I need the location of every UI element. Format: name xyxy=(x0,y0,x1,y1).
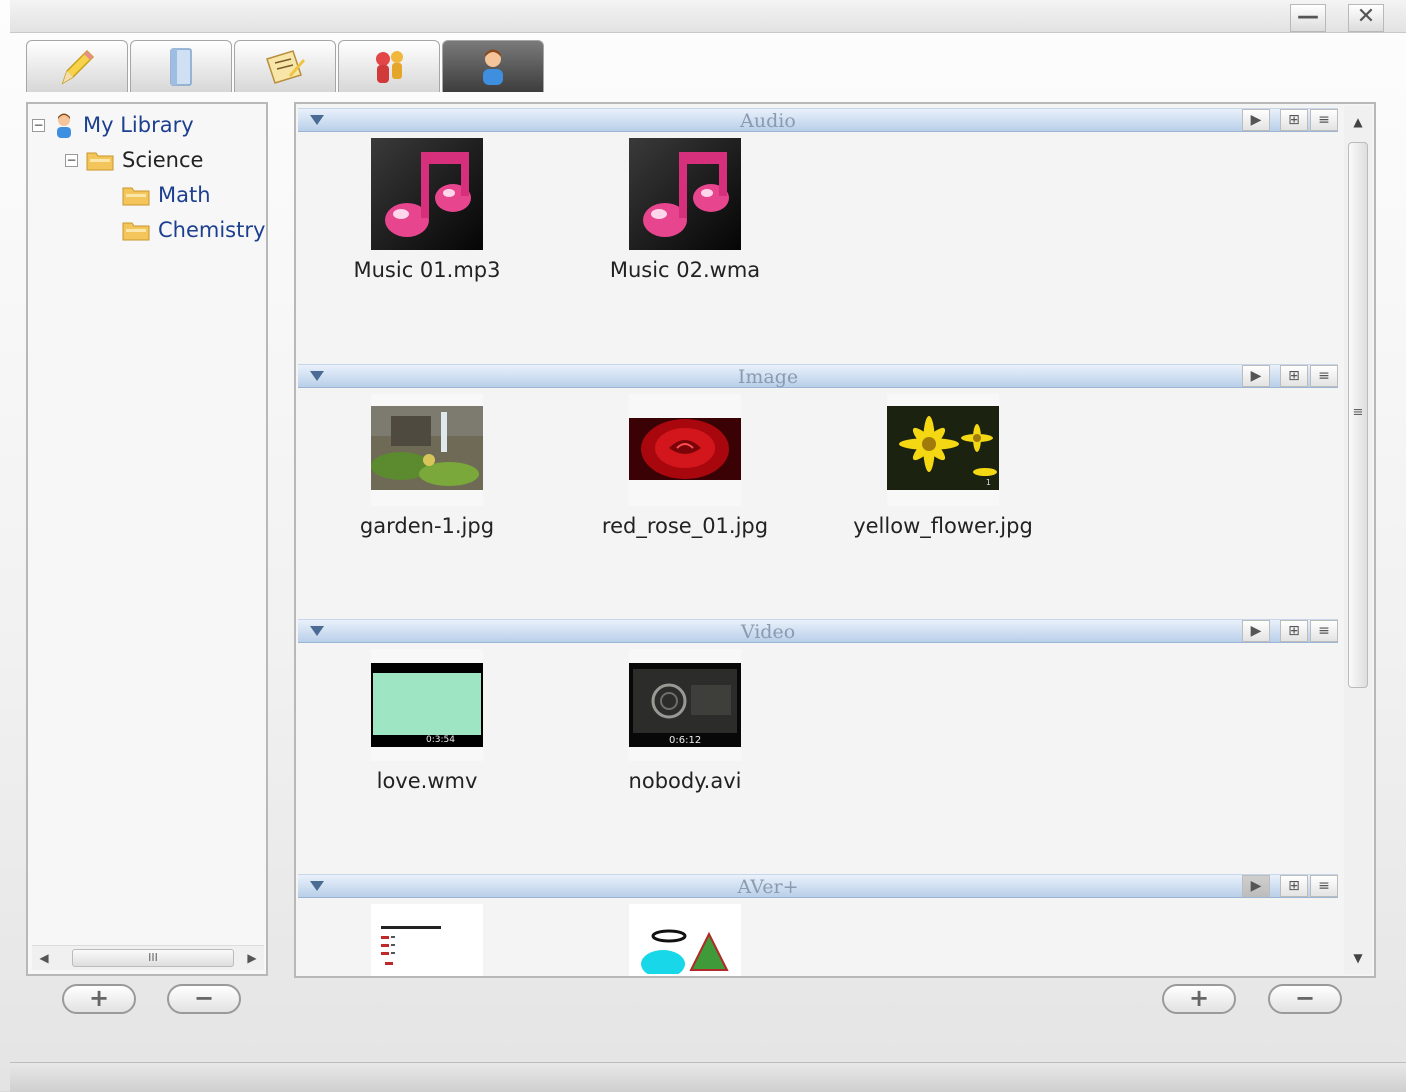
scroll-up-icon[interactable]: ▲ xyxy=(1344,110,1372,134)
scroll-thumb[interactable]: ≡ xyxy=(1348,142,1368,688)
group-header-image: Image ▶ ⊞ ≡ xyxy=(298,364,1338,388)
media-item[interactable] xyxy=(332,904,522,976)
document-thumbnail-icon xyxy=(371,904,483,976)
content-vertical-scrollbar[interactable]: ▲ ≡ ▼ xyxy=(1344,106,1372,974)
grid-view-button[interactable]: ⊞ xyxy=(1280,365,1308,387)
group-header-aver: AVer+ ▶ ⊞ ≡ xyxy=(298,874,1338,898)
tree-item-science[interactable]: − Science xyxy=(65,145,203,175)
media-caption: yellow_flower.jpg xyxy=(853,514,1033,538)
user-icon xyxy=(483,49,503,85)
scroll-grip-icon: ≡ xyxy=(1352,405,1364,420)
minimize-button[interactable]: — xyxy=(1290,4,1326,32)
video-duration: 0:6:12 xyxy=(669,735,702,746)
media-item[interactable]: 0:6:12 nobody.avi xyxy=(590,649,780,793)
add-media-button[interactable]: + xyxy=(1162,984,1236,1014)
image-overlay-text: 1 xyxy=(985,478,991,487)
media-item[interactable]: Music 02.wma xyxy=(590,138,780,282)
list-view-button[interactable]: ≡ xyxy=(1310,109,1338,131)
group-title: Audio xyxy=(740,110,796,132)
tree-label: Chemistry xyxy=(158,218,266,242)
tab-clipboard[interactable] xyxy=(234,40,336,92)
grid-view-button[interactable]: ⊞ xyxy=(1280,875,1308,897)
status-bar xyxy=(10,1062,1406,1092)
play-button[interactable]: ▶ xyxy=(1242,875,1270,897)
add-folder-button[interactable]: + xyxy=(62,984,136,1014)
list-view-button[interactable]: ≡ xyxy=(1310,365,1338,387)
list-view-button[interactable]: ≡ xyxy=(1310,620,1338,642)
image-thumbnail xyxy=(629,394,741,506)
music-note-icon xyxy=(371,138,483,250)
tab-user[interactable] xyxy=(442,40,544,92)
tree-item-chemistry[interactable]: Chemistry xyxy=(122,215,265,245)
grid-view-button[interactable]: ⊞ xyxy=(1280,620,1308,642)
user-icon xyxy=(57,113,71,138)
tab-book[interactable] xyxy=(130,40,232,92)
collapse-toggle[interactable]: − xyxy=(32,118,45,132)
people-icon xyxy=(376,51,403,83)
group-title: Video xyxy=(740,621,796,643)
media-caption: Music 01.mp3 xyxy=(353,258,501,282)
media-caption: red_rose_01.jpg xyxy=(601,514,769,538)
remove-media-button[interactable]: − xyxy=(1268,984,1342,1014)
music-note-icon xyxy=(629,138,741,250)
video-thumbnail: 0:3:54 xyxy=(371,649,483,761)
tree-item-my-library[interactable]: − My Library xyxy=(32,110,194,140)
media-caption: nobody.avi xyxy=(628,769,742,793)
shapes-thumbnail-icon xyxy=(629,904,741,976)
title-bar: — ✕ xyxy=(10,0,1406,33)
play-button[interactable]: ▶ xyxy=(1242,365,1270,387)
tree-horizontal-scrollbar[interactable]: ◀ III ▶ xyxy=(32,945,264,970)
media-caption: love.wmv xyxy=(376,769,478,793)
media-caption: garden-1.jpg xyxy=(359,514,495,538)
play-button[interactable]: ▶ xyxy=(1242,620,1270,642)
group-title: Image xyxy=(737,366,799,388)
group-title: AVer+ xyxy=(737,876,799,898)
media-caption: Music 02.wma xyxy=(609,258,761,282)
scroll-thumb[interactable]: III xyxy=(72,949,234,967)
media-item[interactable]: Music 01.mp3 xyxy=(332,138,522,282)
app-window: — ✕ − My Library − Science Math Chemistr… xyxy=(0,0,1406,1092)
folder-icon xyxy=(122,222,150,241)
video-duration: 0:3:54 xyxy=(426,735,455,745)
scroll-right-icon[interactable]: ▶ xyxy=(240,946,264,970)
media-content-pane: Audio ▶ ⊞ ≡ Music 01.mp3 Music 02.wma Im… xyxy=(294,102,1376,978)
book-icon xyxy=(170,48,192,86)
tab-people[interactable] xyxy=(338,40,440,92)
tab-pencil[interactable] xyxy=(26,40,128,92)
clipboard-icon xyxy=(266,50,305,84)
media-item[interactable] xyxy=(590,904,780,976)
play-button[interactable]: ▶ xyxy=(1242,109,1270,131)
media-item[interactable]: red_rose_01.jpg xyxy=(590,394,780,538)
folder-icon xyxy=(122,187,150,206)
media-item[interactable]: 1 yellow_flower.jpg xyxy=(848,394,1038,538)
group-header-video: Video ▶ ⊞ ≡ xyxy=(298,619,1338,643)
scroll-left-icon[interactable]: ◀ xyxy=(32,946,56,970)
tree-item-math[interactable]: Math xyxy=(122,180,211,210)
folder-icon xyxy=(86,152,114,171)
media-item[interactable]: 0:3:54 love.wmv xyxy=(332,649,522,793)
group-header-audio: Audio ▶ ⊞ ≡ xyxy=(298,108,1338,132)
collapse-toggle[interactable]: − xyxy=(65,153,78,167)
remove-folder-button[interactable]: − xyxy=(167,984,241,1014)
pencil-icon xyxy=(61,49,95,85)
grid-view-button[interactable]: ⊞ xyxy=(1280,109,1308,131)
image-thumbnail: 1 xyxy=(887,394,999,506)
tree-label: Science xyxy=(122,148,204,172)
close-button[interactable]: ✕ xyxy=(1348,4,1384,32)
library-tree-pane: − My Library − Science Math Chemistry ◀ … xyxy=(26,102,268,976)
tree-label: Math xyxy=(158,183,211,207)
image-thumbnail xyxy=(371,394,483,506)
list-view-button[interactable]: ≡ xyxy=(1310,875,1338,897)
video-thumbnail: 0:6:12 xyxy=(629,649,741,761)
media-item[interactable]: garden-1.jpg xyxy=(332,394,522,538)
tree-label: My Library xyxy=(83,113,194,137)
scroll-down-icon[interactable]: ▼ xyxy=(1344,946,1372,970)
